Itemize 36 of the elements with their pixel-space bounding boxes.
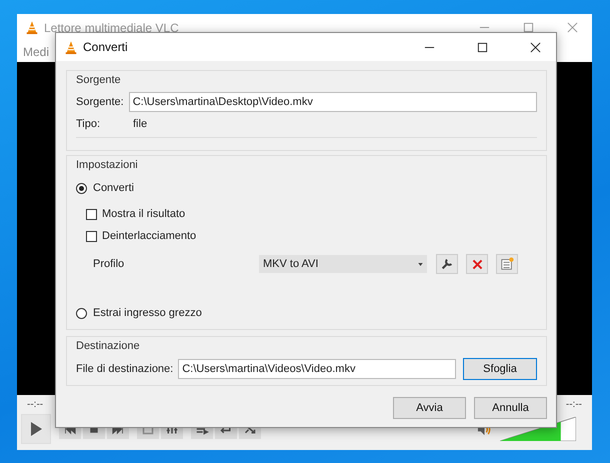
source-label: Sorgente:	[76, 96, 124, 108]
play-button[interactable]	[21, 414, 51, 444]
profile-label: Profilo	[92, 258, 126, 270]
close-icon[interactable]	[530, 42, 541, 52]
radio-option[interactable]: Estrai ingresso grezzo	[76, 307, 537, 319]
group-heading: Sorgente	[76, 74, 122, 86]
checkbox-option[interactable]: Deinterlacciamento	[86, 230, 537, 242]
group-heading: Impostazioni	[76, 159, 139, 171]
window-title: Lettore multimediale VLC	[44, 20, 179, 34]
caret-icon	[418, 262, 423, 266]
delete-profile-button[interactable]	[466, 254, 488, 274]
profile-dropdown[interactable]: MKV to AVI	[259, 255, 427, 273]
menu-item[interactable]: Medi	[23, 44, 50, 58]
remaining-time: --:--	[566, 399, 582, 410]
type-label: Tipo:	[76, 118, 102, 130]
new-profile-button[interactable]	[496, 254, 518, 274]
radio-option[interactable]: Converti	[76, 182, 537, 194]
maximize-icon[interactable]	[477, 42, 488, 52]
type-value: file	[133, 118, 148, 130]
cone-icon	[64, 40, 78, 54]
play-icon	[28, 420, 44, 438]
cone-icon	[25, 20, 39, 35]
browse-button[interactable]: Sfoglia	[463, 358, 537, 380]
start-button[interactable]: Avvia	[393, 397, 466, 419]
delete-icon	[470, 258, 484, 270]
wrench-icon	[440, 257, 454, 271]
elapsed-time: --:--	[27, 399, 44, 410]
source-field[interactable]: C:\Users\martina\Desktop\Video.mkv	[128, 92, 537, 112]
edit-profile-button[interactable]	[436, 254, 458, 274]
destination-label: File di destinazione:	[76, 363, 174, 375]
new-list-icon	[500, 257, 514, 271]
checkbox-option[interactable]: Mostra il risultato	[86, 208, 537, 220]
group-heading: Destinazione	[76, 340, 141, 352]
destination-field[interactable]: C:\Users\martina\Videos\Video.mkv	[178, 359, 456, 379]
cancel-button[interactable]: Annulla	[474, 397, 547, 419]
dialog-title: Converti	[83, 40, 128, 54]
